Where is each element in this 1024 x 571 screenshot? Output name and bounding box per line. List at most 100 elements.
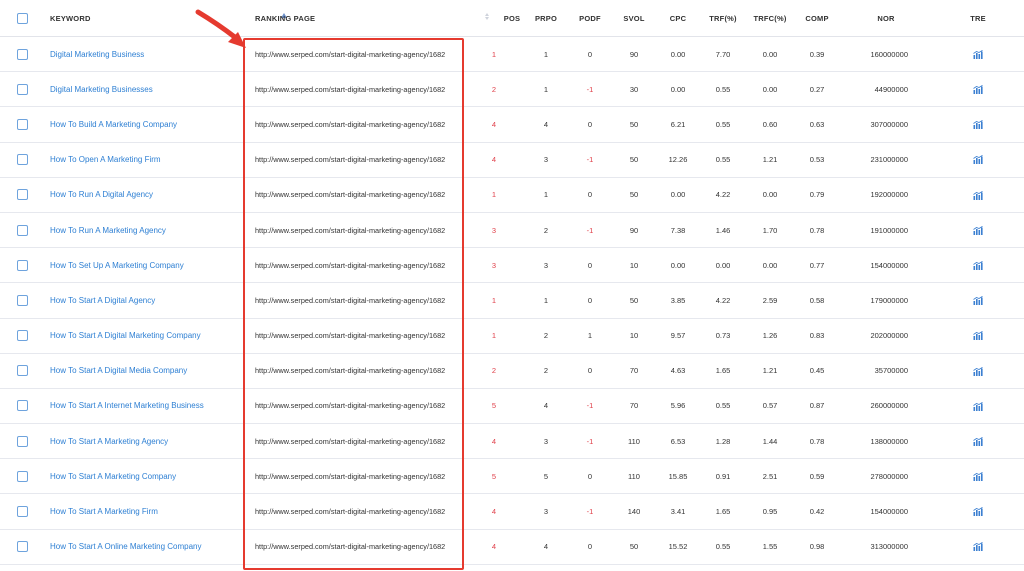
trend-chart-icon[interactable] bbox=[973, 225, 983, 235]
cell-prpo: 4 bbox=[524, 106, 568, 143]
column-header-comp[interactable]: COMP bbox=[794, 0, 840, 37]
column-header-cpc[interactable]: CPC bbox=[656, 0, 700, 37]
cell-comp: 0.45 bbox=[794, 353, 840, 389]
select-all-checkbox[interactable] bbox=[16, 12, 28, 24]
keyword-link[interactable]: How To Start A Internet Marketing Busine… bbox=[50, 401, 204, 410]
keyword-link[interactable]: How To Build A Marketing Company bbox=[50, 120, 177, 129]
row-checkbox[interactable] bbox=[16, 365, 28, 377]
cell-podf: 0 bbox=[568, 353, 612, 389]
trend-chart-icon[interactable] bbox=[973, 331, 983, 341]
cell-trfc: 0.60 bbox=[746, 106, 794, 143]
cell-trfc: 1.70 bbox=[746, 212, 794, 249]
cell-trfc: 1.26 bbox=[746, 318, 794, 354]
trend-chart-icon[interactable] bbox=[973, 49, 983, 59]
cell-tre bbox=[932, 71, 1024, 108]
row-checkbox[interactable] bbox=[16, 259, 28, 271]
keyword-link[interactable]: How To Set Up A Marketing Company bbox=[50, 261, 184, 270]
table-row: Digital Marketing Business http://www.ser… bbox=[0, 36, 1024, 73]
cell-select bbox=[0, 458, 44, 495]
trend-chart-icon[interactable] bbox=[973, 260, 983, 270]
column-header-nor[interactable]: NOR bbox=[840, 0, 932, 37]
cell-kw: How To Start A Internet Marketing Busine… bbox=[44, 388, 244, 425]
cell-prpo: 2 bbox=[524, 318, 568, 354]
keyword-link[interactable]: Digital Marketing Businesses bbox=[50, 85, 153, 94]
column-header-prpo[interactable]: PRPO bbox=[524, 0, 568, 37]
cell-comp: 0.78 bbox=[794, 423, 840, 460]
keyword-link[interactable]: How To Start A Marketing Agency bbox=[50, 437, 168, 446]
column-header-keyword[interactable]: KEYWORD bbox=[44, 0, 287, 37]
cell-cpc: 9.57 bbox=[656, 318, 700, 354]
cell-svol: 90 bbox=[612, 212, 656, 249]
row-checkbox[interactable] bbox=[16, 224, 28, 236]
cell-pos: 4 bbox=[464, 142, 524, 178]
keyword-link[interactable]: Digital Marketing Business bbox=[50, 50, 144, 59]
row-checkbox[interactable] bbox=[16, 118, 28, 130]
table-row: Digital Marketing Businesses http://www.s… bbox=[0, 71, 1024, 108]
column-header-podf[interactable]: PODF bbox=[568, 0, 612, 37]
cell-cpc: 15.85 bbox=[656, 458, 700, 495]
row-checkbox[interactable] bbox=[16, 154, 28, 166]
cell-select bbox=[0, 282, 44, 319]
row-checkbox[interactable] bbox=[16, 330, 28, 342]
cell-trf: 1.46 bbox=[700, 212, 746, 249]
cell-pos: 5 bbox=[464, 458, 524, 495]
row-checkbox[interactable] bbox=[16, 400, 28, 412]
cell-prpo: 1 bbox=[524, 71, 568, 108]
cell-comp: 0.58 bbox=[794, 282, 840, 319]
trend-chart-icon[interactable] bbox=[973, 155, 983, 165]
column-header-ranking-page[interactable]: RANKING PAGE bbox=[244, 0, 464, 37]
cell-trf: 0.55 bbox=[700, 71, 746, 108]
trend-chart-icon[interactable] bbox=[973, 472, 983, 482]
row-checkbox[interactable] bbox=[16, 189, 28, 201]
cell-nor: 160000000 bbox=[840, 36, 932, 73]
cell-prpo: 3 bbox=[524, 493, 568, 530]
row-checkbox[interactable] bbox=[16, 48, 28, 60]
trend-chart-icon[interactable] bbox=[973, 436, 983, 446]
cell-podf: -1 bbox=[568, 493, 612, 530]
keyword-link[interactable]: How To Start A Marketing Company bbox=[50, 472, 176, 481]
cell-podf: -1 bbox=[568, 71, 612, 108]
trend-chart-icon[interactable] bbox=[973, 366, 983, 376]
cell-comp: 0.39 bbox=[794, 36, 840, 73]
cell-select bbox=[0, 106, 44, 143]
keyword-link[interactable]: How To Run A Marketing Agency bbox=[50, 226, 166, 235]
column-header-tre-label: TRE bbox=[970, 13, 986, 23]
keyword-link[interactable]: How To Start A Marketing Firm bbox=[50, 507, 158, 516]
column-header-pos[interactable]: POS bbox=[464, 0, 524, 37]
sort-arrows-icon[interactable] bbox=[484, 13, 490, 23]
keyword-link[interactable]: How To Open A Marketing Firm bbox=[50, 155, 161, 164]
trend-chart-icon[interactable] bbox=[973, 85, 983, 95]
trend-chart-icon[interactable] bbox=[973, 120, 983, 130]
column-header-trfc[interactable]: TRFC(%) bbox=[746, 0, 794, 37]
row-checkbox[interactable] bbox=[16, 506, 28, 518]
trend-chart-icon[interactable] bbox=[973, 507, 983, 517]
keyword-link[interactable]: How To Start A Digital Marketing Company bbox=[50, 331, 201, 340]
row-checkbox[interactable] bbox=[16, 83, 28, 95]
row-checkbox[interactable] bbox=[16, 294, 28, 306]
trend-chart-icon[interactable] bbox=[973, 190, 983, 200]
cell-nor: 260000000 bbox=[840, 388, 932, 425]
cell-nor: 307000000 bbox=[840, 106, 932, 143]
cell-select bbox=[0, 529, 44, 565]
trend-chart-icon[interactable] bbox=[973, 401, 983, 411]
row-checkbox[interactable] bbox=[16, 541, 28, 553]
cell-comp: 0.87 bbox=[794, 388, 840, 425]
column-header-svol[interactable]: SVOL bbox=[612, 0, 656, 37]
keyword-link[interactable]: How To Start A Digital Media Company bbox=[50, 366, 187, 375]
row-checkbox[interactable] bbox=[16, 435, 28, 447]
column-header-tre[interactable]: TRE bbox=[932, 0, 1024, 37]
cell-nor: 154000000 bbox=[840, 247, 932, 284]
trend-chart-icon[interactable] bbox=[973, 296, 983, 306]
cell-page: http://www.serped.com/start-digital-mark… bbox=[244, 177, 464, 213]
column-header-trf[interactable]: TRF(%) bbox=[700, 0, 746, 37]
keyword-link[interactable]: How To Run A Digital Agency bbox=[50, 190, 153, 199]
cell-podf: 0 bbox=[568, 529, 612, 565]
row-checkbox[interactable] bbox=[16, 470, 28, 482]
trend-chart-icon[interactable] bbox=[973, 542, 983, 552]
keyword-link[interactable]: How To Start A Online Marketing Company bbox=[50, 542, 201, 551]
cell-pos: 1 bbox=[464, 177, 524, 213]
keyword-link[interactable]: How To Start A Digital Agency bbox=[50, 296, 155, 305]
cell-select bbox=[0, 247, 44, 284]
cell-page: http://www.serped.com/start-digital-mark… bbox=[244, 318, 464, 354]
cell-trfc: 0.00 bbox=[746, 247, 794, 284]
